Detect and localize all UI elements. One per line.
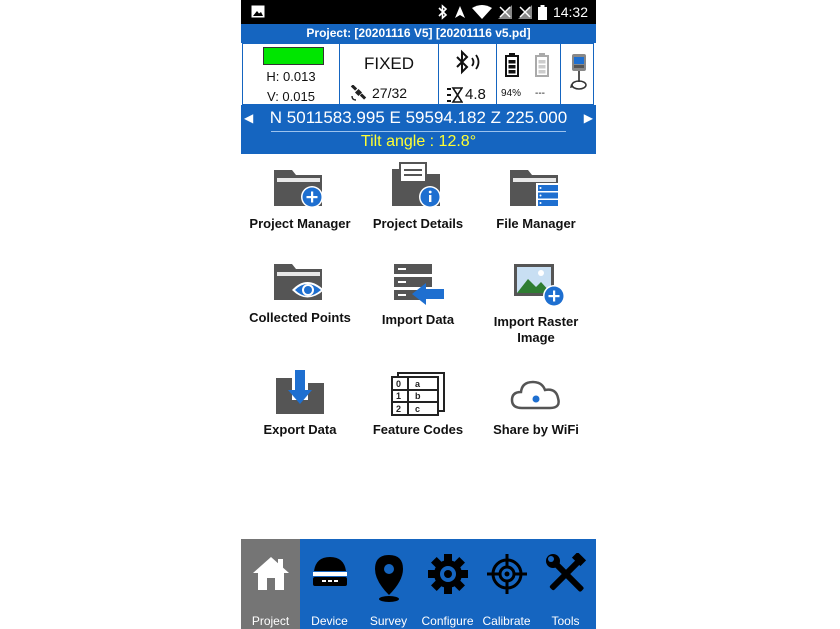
- location-icon: [454, 6, 465, 18]
- nav-label: Calibrate: [482, 614, 531, 628]
- menu-label: File Manager: [496, 216, 576, 231]
- svg-text:c: c: [415, 404, 420, 414]
- gallery-icon: [251, 5, 265, 18]
- cloud-icon: [510, 380, 560, 410]
- menu-import-data[interactable]: Import Data: [359, 262, 477, 328]
- menu-label: Collected Points: [249, 310, 351, 325]
- satellite-icon: [350, 85, 367, 101]
- nav-survey[interactable]: Survey: [359, 539, 418, 629]
- receiver-cell[interactable]: [561, 44, 593, 104]
- menu-file-manager[interactable]: File Manager: [477, 166, 595, 232]
- import-data-icon: [394, 264, 444, 305]
- menu-label: Share by WiFi: [493, 422, 579, 437]
- battery-empty-icon: [535, 53, 549, 77]
- satellite-count: 27/32: [350, 85, 407, 101]
- nav-device[interactable]: Device: [300, 539, 359, 629]
- coordinate-bar[interactable]: ◀ ▶ N 5011583.995 E 59594.182 Z 225.000 …: [241, 105, 596, 154]
- app-screen: 14:32 Project: [20201116 V5] [20201116 v…: [241, 0, 596, 629]
- status-bar: 14:32: [241, 0, 596, 24]
- fix-cell[interactable]: FIXED 27/32: [340, 44, 439, 104]
- menu-import-raster-image[interactable]: Import Raster Image: [477, 262, 595, 346]
- nav-label: Project: [251, 614, 290, 628]
- nav-label: Device: [311, 614, 348, 628]
- nav-configure[interactable]: Configure: [418, 539, 477, 629]
- bluetooth-icon: [438, 4, 448, 20]
- svg-text:0: 0: [396, 379, 401, 389]
- menu-project-details[interactable]: Project Details: [359, 161, 477, 232]
- battery-percent-secondary: ---: [535, 88, 545, 99]
- home-icon: [252, 557, 289, 590]
- menu-label: Project Manager: [249, 216, 351, 231]
- battery-icon: [537, 4, 547, 20]
- map-pin-icon: [374, 555, 403, 602]
- project-title-bar[interactable]: Project: [20201116 V5] [20201116 v5.pd]: [241, 24, 596, 43]
- nav-tools[interactable]: Tools: [536, 539, 595, 629]
- battery-percent: 94%: [501, 88, 522, 99]
- menu-label: Project Details: [372, 216, 464, 231]
- menu-share-by-wifi[interactable]: Share by WiFi: [477, 374, 595, 438]
- gnss-status-panel: H: 0.013 V: 0.015 FIXED 27/32 4.8 94% --…: [242, 43, 594, 105]
- solution-quality-bar: [263, 47, 324, 65]
- wifi-icon: [471, 5, 492, 19]
- menu-label: Import Data: [381, 312, 455, 327]
- hourglass-icon: [447, 86, 463, 103]
- menu-label: Feature Codes: [372, 422, 464, 437]
- battery-icon: [505, 53, 519, 77]
- nav-calibrate[interactable]: Calibrate: [477, 539, 536, 629]
- feature-codes-icon: 0 a 1 b 2 c: [391, 372, 445, 416]
- bluetooth-cell[interactable]: 4.8: [439, 44, 497, 104]
- signal-icon: [517, 5, 532, 19]
- folder-eye-icon: [274, 264, 324, 300]
- tilt-angle: Tilt angle : 12.8°: [360, 133, 477, 150]
- image-add-icon: [514, 264, 564, 307]
- tools-icon: [545, 553, 586, 592]
- menu-label: Import Raster Image: [493, 314, 579, 345]
- crosshair-icon: [486, 554, 527, 594]
- satellite-count-value: 27/32: [372, 85, 408, 101]
- folder-list-icon: [510, 170, 560, 207]
- correction-age: 4.8: [447, 86, 486, 103]
- signal-icon: [497, 5, 512, 19]
- receiver-icon: [312, 557, 347, 586]
- folder-add-icon: [274, 170, 323, 208]
- bottom-navigation: Project Device Survey Configure Calibrat…: [241, 539, 596, 629]
- menu-feature-codes[interactable]: 0 a 1 b 2 c Feature Codes: [359, 372, 477, 438]
- svg-text:2: 2: [396, 404, 401, 414]
- current-coordinates: N 5011583.995 E 59594.182 Z 225.000: [269, 108, 568, 127]
- bluetooth-signal-icon: [456, 49, 480, 75]
- menu-collected-points[interactable]: Collected Points: [241, 260, 359, 326]
- correction-age-value: 4.8: [465, 86, 486, 103]
- folder-download-icon: [276, 370, 324, 414]
- battery-cell[interactable]: 94% ---: [497, 44, 561, 104]
- svg-text:b: b: [415, 391, 421, 401]
- nav-label: Configure: [421, 614, 474, 628]
- rover-device-icon: [570, 54, 587, 90]
- fix-status: FIXED: [363, 54, 415, 73]
- menu-label: Export Data: [263, 422, 337, 437]
- nav-label: Survey: [369, 614, 408, 628]
- accuracy-cell[interactable]: H: 0.013 V: 0.015: [243, 44, 340, 104]
- nav-label: Tools: [551, 614, 580, 628]
- menu-project-manager[interactable]: Project Manager: [241, 166, 359, 232]
- divider: [271, 131, 566, 132]
- folder-info-icon: [392, 162, 441, 208]
- menu-export-data[interactable]: Export Data: [241, 370, 359, 438]
- horizontal-precision: H: 0.013: [266, 69, 316, 84]
- svg-text:1: 1: [396, 391, 401, 401]
- nav-project[interactable]: Project: [241, 539, 300, 629]
- gear-icon: [427, 554, 468, 594]
- clock: 14:32: [552, 4, 588, 20]
- vertical-precision: V: 0.015: [267, 89, 315, 104]
